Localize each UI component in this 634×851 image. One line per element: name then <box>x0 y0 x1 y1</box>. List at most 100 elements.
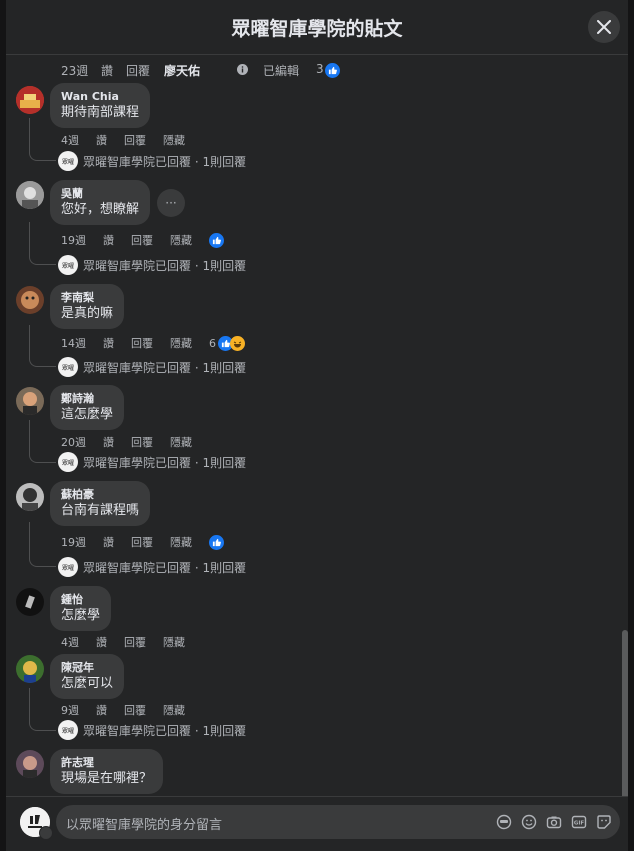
page-reply-summary[interactable]: 眾曜智庫學院已回覆 · 1則回覆 <box>83 559 246 576</box>
avatar[interactable] <box>16 387 44 415</box>
avatar[interactable] <box>16 86 44 114</box>
like-action[interactable]: 讚 <box>96 702 107 718</box>
page-reply-row[interactable]: 眾曜 眾曜智庫學院已回覆 · 1則回覆 <box>58 720 246 740</box>
avatar[interactable] <box>16 588 44 616</box>
comment-age: 20週 <box>61 436 86 449</box>
like-action[interactable]: 讚 <box>103 335 114 351</box>
avatar[interactable] <box>16 286 44 314</box>
modal-header: 眾曜智庫學院的貼文 <box>6 0 628 55</box>
gif-icon[interactable]: GIF <box>571 814 587 830</box>
comment-bubble: 陳冠年 怎麼可以 <box>50 654 125 699</box>
thread-line <box>29 222 56 265</box>
thread-line <box>29 118 56 161</box>
comment-bubble: Wan Chia 期待南部課程 <box>50 83 151 128</box>
hide-action[interactable]: 隱藏 <box>170 232 192 248</box>
close-button[interactable] <box>588 11 620 43</box>
avatar[interactable] <box>16 181 44 209</box>
avatar[interactable] <box>16 750 44 778</box>
thread-line <box>29 325 56 367</box>
page-logo: 眾曜 <box>58 151 78 171</box>
commenter-name[interactable]: 吳蘭 <box>61 186 139 201</box>
comment-input[interactable]: 以眾曜智庫學院的身分留言 GIF <box>56 805 620 839</box>
reply-action[interactable]: 回覆 <box>126 62 150 79</box>
hide-action[interactable]: 隱藏 <box>163 132 185 148</box>
commenter-name[interactable]: 蘇柏豪 <box>61 487 139 502</box>
comment-age: 4週 <box>61 636 79 649</box>
commenter-name[interactable]: 鍾怡 <box>61 592 100 607</box>
reply-action[interactable]: 回覆 <box>131 434 153 450</box>
chevron-down-icon[interactable] <box>39 826 53 840</box>
comment-text: 您好，想瞭解 <box>61 202 140 217</box>
reply-author-tag[interactable]: 廖天佑 <box>164 62 200 79</box>
page-reply-summary[interactable]: 眾曜智庫學院已回覆 · 1則回覆 <box>83 257 246 274</box>
page-reply-summary[interactable]: 眾曜智庫學院已回覆 · 1則回覆 <box>83 722 246 739</box>
page-reply-row[interactable]: 眾曜 眾曜智庫學院已回覆 · 1則回覆 <box>58 255 246 275</box>
reply-action[interactable]: 回覆 <box>131 232 153 248</box>
like-action[interactable]: 讚 <box>103 434 114 450</box>
composer-icons: GIF <box>487 814 612 830</box>
comment-bubble: 李南梨 是真的嘛 <box>50 284 125 329</box>
emoji-icon[interactable] <box>521 814 537 830</box>
commenter-name[interactable]: Wan Chia <box>61 89 139 104</box>
reply-action[interactable]: 回覆 <box>131 335 153 351</box>
comment-text: 現場是在哪裡？ <box>61 771 153 786</box>
like-icon <box>325 63 340 78</box>
like-action[interactable]: 讚 <box>101 62 113 79</box>
page-logo: 眾曜 <box>58 255 78 275</box>
comment-bubble: 吳蘭 您好，想瞭解 <box>50 180 151 225</box>
sticker-icon[interactable] <box>596 814 612 830</box>
thread-line <box>29 420 56 463</box>
svg-text:GIF: GIF <box>574 821 585 827</box>
comment-actions: 19週 讚 回覆 隱藏 <box>61 534 241 550</box>
info-icon[interactable] <box>237 64 248 75</box>
camera-icon[interactable] <box>546 814 562 830</box>
page-reply-row[interactable]: 眾曜 眾曜智庫學院已回覆 · 1則回覆 <box>58 357 246 377</box>
page-reply-summary[interactable]: 眾曜智庫學院已回覆 · 1則回覆 <box>83 454 246 471</box>
avatar[interactable] <box>16 655 44 683</box>
comment-text: 怎麼學 <box>61 608 101 623</box>
reply-action[interactable]: 回覆 <box>124 132 146 148</box>
commenter-name[interactable]: 許志瑆 <box>61 755 152 770</box>
thread-line <box>29 688 56 731</box>
reaction-count[interactable]: 6 <box>209 337 216 350</box>
scrollbar[interactable] <box>622 630 628 820</box>
comment-text: 這怎麼學 <box>61 407 114 422</box>
like-icon[interactable] <box>209 232 224 248</box>
commenter-name[interactable]: 李南梨 <box>61 290 113 305</box>
page-reply-summary[interactable]: 眾曜智庫學院已回覆 · 1則回覆 <box>83 153 246 170</box>
comment-actions: 14週 讚 回覆 隱藏 6 <box>61 335 262 351</box>
reply-action[interactable]: 回覆 <box>124 702 146 718</box>
commenter-name[interactable]: 陳冠年 <box>61 660 113 675</box>
like-action[interactable]: 讚 <box>96 634 107 650</box>
comment-age: 19週 <box>61 234 86 247</box>
page-reply-row[interactable]: 眾曜 眾曜智庫學院已回覆 · 1則回覆 <box>58 452 246 472</box>
comment-options-button[interactable]: ··· <box>157 189 185 217</box>
hide-action[interactable]: 隱藏 <box>163 702 185 718</box>
page-logo: 眾曜 <box>58 720 78 740</box>
avatar[interactable] <box>16 483 44 511</box>
like-action[interactable]: 讚 <box>103 232 114 248</box>
page-reply-row[interactable]: 眾曜 眾曜智庫學院已回覆 · 1則回覆 <box>58 151 246 171</box>
page-avatar[interactable] <box>20 807 53 840</box>
comment-actions: 19週 讚 回覆 隱藏 <box>61 232 241 248</box>
comment-bubble: 鄭詩瀚 這怎麼學 <box>50 385 125 430</box>
commenter-name[interactable]: 鄭詩瀚 <box>61 391 113 406</box>
comment-age: 23週 <box>61 64 89 78</box>
hide-action[interactable]: 隱藏 <box>170 534 192 550</box>
reply-action[interactable]: 回覆 <box>131 534 153 550</box>
comment-actions: 4週 讚 回覆 隱藏 <box>61 132 202 148</box>
like-icon[interactable] <box>209 534 224 550</box>
reply-action[interactable]: 回覆 <box>124 634 146 650</box>
comment-input-placeholder: 以眾曜智庫學院的身分留言 <box>66 818 223 833</box>
like-action[interactable]: 讚 <box>96 132 107 148</box>
hide-action[interactable]: 隱藏 <box>170 335 192 351</box>
hide-action[interactable]: 隱藏 <box>170 434 192 450</box>
page-reply-row[interactable]: 眾曜 眾曜智庫學院已回覆 · 1則回覆 <box>58 557 246 577</box>
reaction-count[interactable]: 3 <box>316 62 324 76</box>
page-reply-summary[interactable]: 眾曜智庫學院已回覆 · 1則回覆 <box>83 359 246 376</box>
avatar-sticker-icon[interactable] <box>496 814 512 830</box>
comment-age: 14週 <box>61 337 86 350</box>
like-action[interactable]: 讚 <box>103 534 114 550</box>
hide-action[interactable]: 隱藏 <box>163 634 185 650</box>
thread-line <box>29 522 56 567</box>
